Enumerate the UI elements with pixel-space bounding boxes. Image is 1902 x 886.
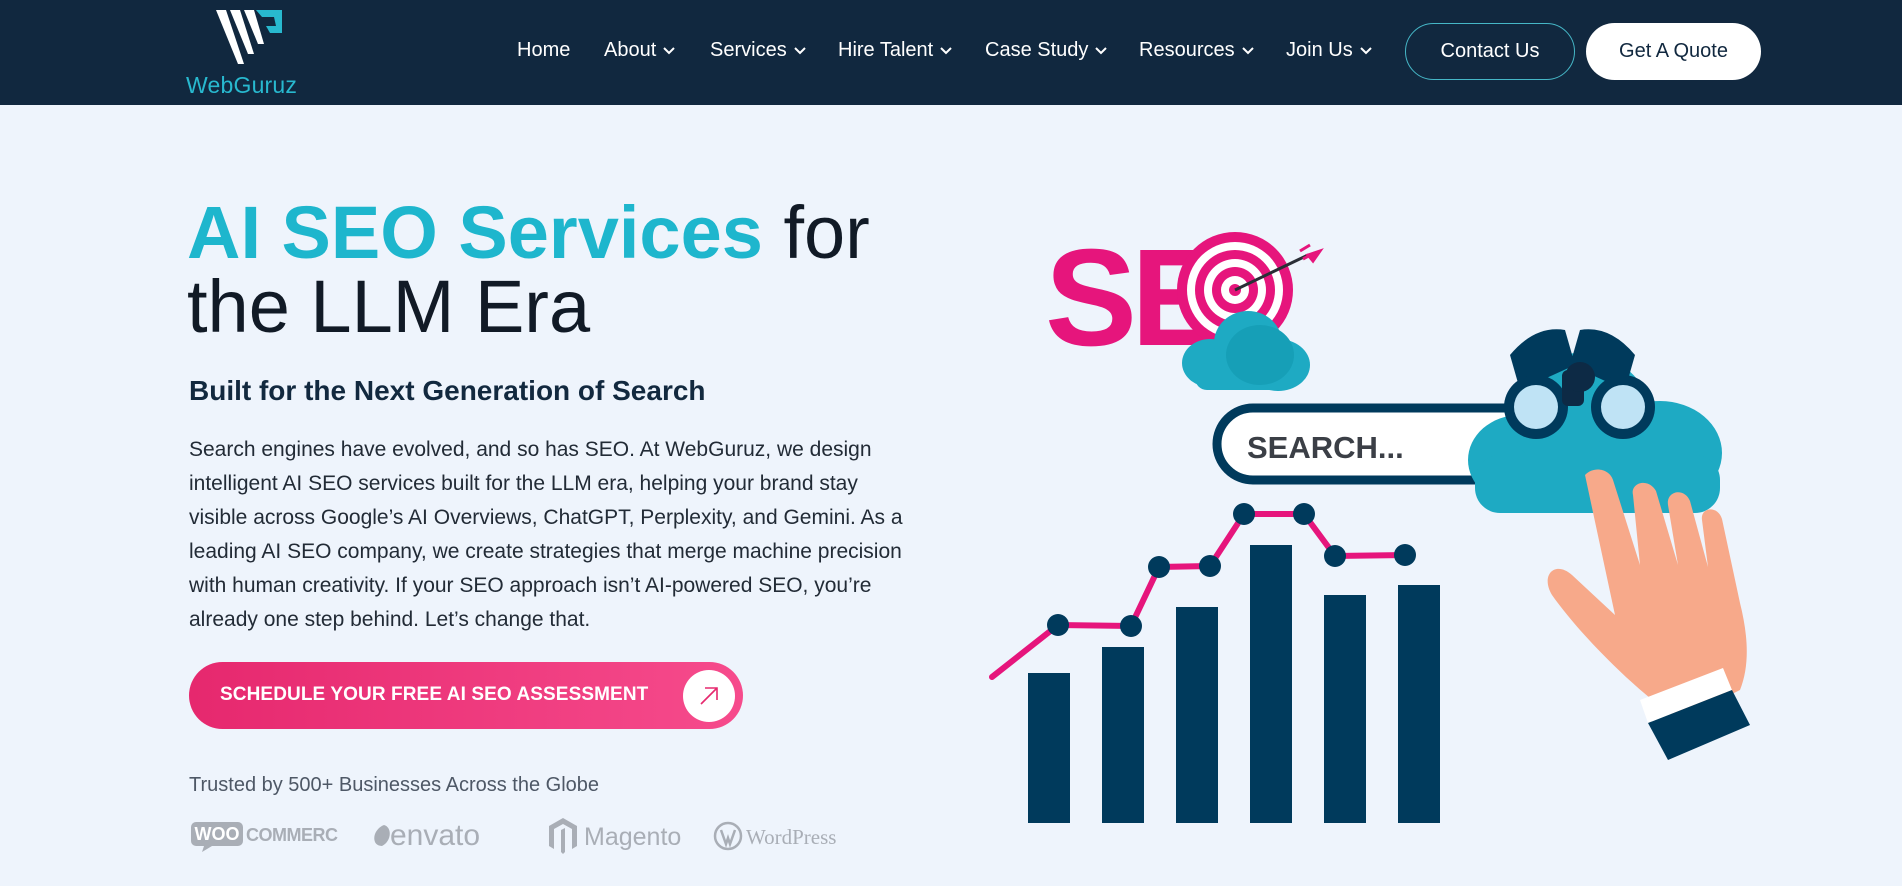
wordpress-logo: WordPress: [713, 816, 868, 856]
hero-subtitle: Built for the Next Generation of Search: [189, 375, 706, 406]
chevron-down-icon: [1359, 46, 1372, 54]
nav-about[interactable]: About: [604, 39, 675, 62]
chevron-down-icon: [663, 46, 675, 54]
brand-wordpress-text: WordPress: [746, 825, 836, 849]
page-title: AI SEO Services for the LLM Era: [187, 196, 870, 344]
nav-join-us[interactable]: Join Us: [1286, 39, 1372, 62]
nav-label: About: [604, 39, 657, 61]
envato-logo: envato: [372, 816, 507, 856]
nav-label: Services: [710, 39, 787, 61]
nav-label: Join Us: [1286, 39, 1353, 61]
nav-hire-talent[interactable]: Hire Talent: [838, 39, 952, 62]
brand-woo-text: WOO: [195, 824, 240, 844]
webguruz-logo[interactable]: WebGuruz: [186, 8, 316, 98]
bar-chart-graphic: [989, 503, 1440, 823]
brand-envato-text: envato: [390, 819, 480, 852]
chevron-down-icon: [940, 46, 952, 54]
nav-label: Home: [517, 39, 571, 61]
title-accent: AI SEO Services: [187, 191, 763, 274]
title-rest-line2: the LLM Era: [187, 265, 591, 348]
woocommerce-logo: WOO COMMERCE: [190, 816, 338, 856]
title-rest: for: [762, 191, 870, 274]
brand-magento-text: Magento: [584, 823, 681, 851]
logo-mark-icon: [216, 10, 282, 64]
brand-commerce-text: COMMERCE: [246, 825, 338, 845]
nav-label: Case Study: [985, 39, 1089, 61]
top-navbar: WebGuruz Home About Services Hire Talent…: [0, 0, 1902, 105]
nav-home[interactable]: Home: [517, 39, 570, 62]
schedule-assessment-button[interactable]: SCHEDULE YOUR FREE AI SEO ASSESSMENT: [189, 662, 743, 729]
search-text: SEARCH...: [1247, 430, 1404, 465]
cta-arrow-circle: [683, 670, 735, 722]
hand-icon: [1547, 469, 1750, 760]
arrow-up-right-icon: [700, 687, 718, 705]
nav-case-study[interactable]: Case Study: [985, 39, 1108, 62]
contact-us-button[interactable]: Contact Us: [1405, 23, 1575, 80]
nav-services[interactable]: Services: [710, 39, 806, 62]
trusted-text: Trusted by 500+ Businesses Across the Gl…: [189, 774, 600, 796]
nav-resources[interactable]: Resources: [1139, 39, 1254, 62]
nav-label: Resources: [1139, 39, 1235, 61]
chevron-down-icon: [1241, 46, 1254, 54]
hero-description: Search engines have evolved, and so has …: [189, 438, 903, 631]
chevron-down-icon: [1095, 46, 1108, 54]
cta-label: SCHEDULE YOUR FREE AI SEO ASSESSMENT: [220, 684, 649, 705]
chevron-down-icon: [793, 46, 806, 54]
magento-logo: Magento: [547, 816, 682, 856]
get-a-quote-button[interactable]: Get A Quote: [1586, 23, 1761, 80]
logo-text: WebGuruz: [186, 72, 298, 98]
seo-illustration: SE SEARCH...: [989, 221, 1750, 823]
nav-label: Hire Talent: [838, 39, 934, 61]
